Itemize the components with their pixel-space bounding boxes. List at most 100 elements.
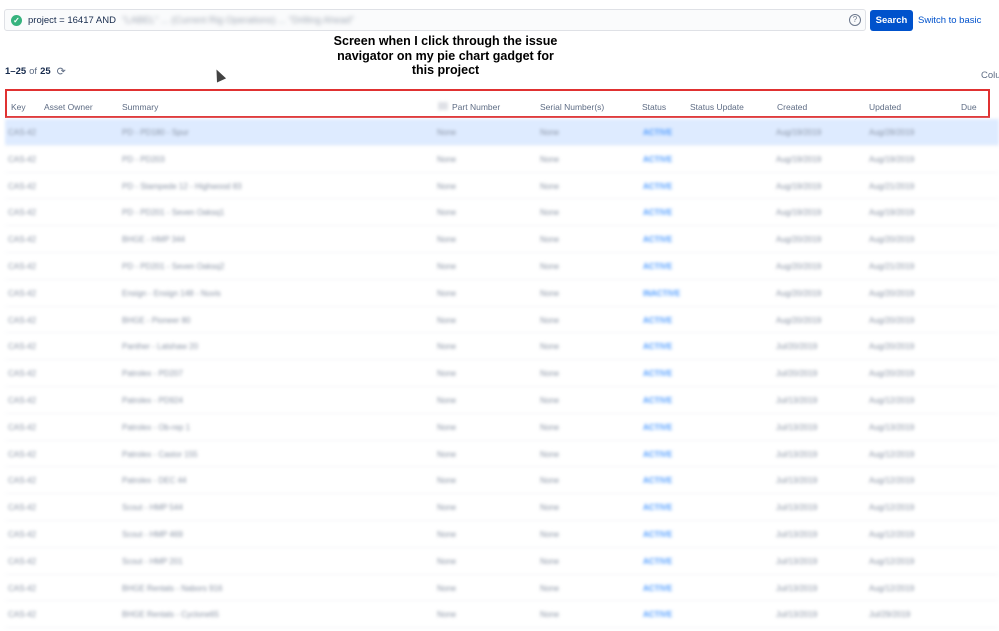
- cell-part: None: [437, 154, 457, 164]
- cell-key[interactable]: CAS-42: [8, 208, 36, 217]
- cell-created: Aug/19/2019: [776, 154, 822, 164]
- cell-updated: Aug/19/2019: [869, 154, 915, 164]
- cell-key[interactable]: CAS-42: [8, 584, 36, 593]
- cell-key[interactable]: CAS-42: [8, 450, 36, 459]
- column-header-updated[interactable]: Updated: [869, 102, 901, 112]
- cell-key[interactable]: CAS-42: [8, 557, 36, 566]
- cell-key[interactable]: CAS-42: [8, 530, 36, 539]
- column-header-serial-numbers[interactable]: Serial Number(s): [540, 102, 604, 112]
- jql-search-input[interactable]: ✓ project = 16417 AND "LABEL" ... (Curre…: [4, 9, 866, 31]
- column-header-part-number[interactable]: Part Number: [452, 102, 500, 112]
- cell-key[interactable]: CAS-42: [8, 396, 36, 405]
- cell-status: ACTIVE: [643, 422, 673, 432]
- cell-key[interactable]: CAS-42: [8, 128, 36, 137]
- table-row[interactable]: CAS-42 PD - PD201 - Seven Oaksq2 None None A…: [5, 253, 999, 280]
- cell-part: None: [437, 422, 457, 432]
- cell-updated: Aug/12/2019: [869, 529, 915, 539]
- cell-serial: None: [540, 395, 560, 405]
- result-of: of: [29, 66, 38, 77]
- cell-created: Aug/20/2019: [776, 288, 822, 298]
- cell-created: Aug/19/2019: [776, 208, 822, 218]
- cell-summary: BHGE - HMP 344: [122, 235, 185, 245]
- table-row[interactable]: CAS-42 Patrolex - DEC 44 None None ACTIVE Jul…: [5, 467, 999, 495]
- cell-key[interactable]: CAS-42: [8, 235, 36, 244]
- cell-key[interactable]: CAS-42: [8, 342, 36, 351]
- cell-key[interactable]: CAS-42: [8, 610, 36, 619]
- table-row[interactable]: CAS-42 Panther - Latshaw 20 None None ACTIVE…: [5, 333, 999, 361]
- cell-summary: PD - Stampede 12 - Highwood 83: [122, 181, 242, 191]
- table-row[interactable]: CAS-42 Patrolex - Ob-rep 1 None None ACTIVE J…: [5, 414, 999, 441]
- cell-created: Aug/20/2019: [776, 261, 822, 271]
- table-row[interactable]: CAS-42 BHGE - Pioneer 80 None None ACTIVE Aug…: [5, 307, 999, 334]
- table-row[interactable]: CAS-42 BHGE - HMP 344 None None ACTIVE Aug/20…: [5, 226, 999, 253]
- column-header-status[interactable]: Status: [642, 102, 666, 112]
- cell-part: None: [437, 503, 457, 513]
- table-row[interactable]: CAS-42 PD - PD201 - Seven Oaksq1 None None A…: [5, 199, 999, 227]
- column-header-created[interactable]: Created: [777, 102, 807, 112]
- cell-created: Jul/13/2019: [776, 583, 818, 593]
- cell-part: None: [437, 208, 457, 218]
- cell-created: Jul/13/2019: [776, 610, 818, 620]
- table-row[interactable]: CAS-42 Patrolex - PD207 None None ACTIVE Jul/…: [5, 360, 999, 387]
- cell-updated: Aug/20/2019: [869, 369, 915, 379]
- table-row[interactable]: CAS-42 Ensign - Ensign 148 - Nuvis None Non…: [5, 280, 999, 307]
- cell-key[interactable]: CAS-42: [8, 423, 36, 432]
- table-row[interactable]: CAS-42 PD - Stampede 12 - Highwood 83 None…: [5, 173, 999, 200]
- table-row[interactable]: CAS-42 Scout - HMP 544 None None ACTIVE Jul/1…: [5, 494, 999, 521]
- cell-updated: Aug/21/2019: [869, 181, 915, 191]
- column-header-key[interactable]: Key: [11, 102, 26, 112]
- cell-serial: None: [540, 503, 560, 513]
- refresh-icon[interactable]: ⟳: [57, 65, 66, 78]
- cell-key[interactable]: CAS-42: [8, 316, 36, 325]
- cell-key[interactable]: CAS-42: [8, 369, 36, 378]
- column-header-summary[interactable]: Summary: [122, 102, 158, 112]
- help-icon[interactable]: ?: [849, 14, 861, 26]
- cell-part: None: [437, 288, 457, 298]
- table-row[interactable]: CAS-42 Scout - HMP 469 None None ACTIVE Jul/1…: [5, 521, 999, 548]
- table-row[interactable]: CAS-42 Scout - HMP 201 None None ACTIVE Jul/1…: [5, 548, 999, 575]
- table-row[interactable]: CAS-42 PD - PD203 None None ACTIVE Aug/19/201…: [5, 146, 999, 173]
- cell-part: None: [437, 529, 457, 539]
- cell-updated: Aug/12/2019: [869, 449, 915, 459]
- column-header-status-update[interactable]: Status Update: [690, 102, 744, 112]
- cell-summary: PD - PD201 - Seven Oaksq1: [122, 208, 225, 218]
- cell-updated: Aug/20/2019: [869, 315, 915, 325]
- search-button[interactable]: Search: [870, 10, 913, 31]
- cell-key[interactable]: CAS-42: [8, 182, 36, 191]
- cell-updated: Aug/19/2019: [869, 208, 915, 218]
- cell-key[interactable]: CAS-42: [8, 476, 36, 485]
- cell-updated: Aug/21/2019: [869, 261, 915, 271]
- cell-status: ACTIVE: [643, 476, 673, 486]
- mouse-cursor-icon: [211, 67, 227, 83]
- cell-serial: None: [540, 154, 560, 164]
- cell-serial: None: [540, 449, 560, 459]
- table-row[interactable]: CAS-42 Patrolex - PD924 None None ACTIVE Jul/…: [5, 387, 999, 414]
- cell-key[interactable]: CAS-42: [8, 155, 36, 164]
- cell-key[interactable]: CAS-42: [8, 262, 36, 271]
- cell-summary: Patrolex - Castor 155: [122, 449, 198, 459]
- cell-created: Jul/13/2019: [776, 529, 818, 539]
- cell-serial: None: [540, 369, 560, 379]
- annotation-text: Screen when I click through the issue na…: [318, 34, 573, 78]
- cell-key[interactable]: CAS-42: [8, 503, 36, 512]
- cell-serial: None: [540, 583, 560, 593]
- cell-key[interactable]: CAS-42: [8, 289, 36, 298]
- cell-created: Jul/13/2019: [776, 422, 818, 432]
- switch-to-basic-link[interactable]: Switch to basic: [918, 15, 981, 26]
- table-row[interactable]: CAS-42 PD - PD180 - Spur None None ACTIVE Aug…: [5, 119, 999, 146]
- cell-updated: Aug/28/2019: [869, 128, 915, 137]
- column-header-due[interactable]: Due: [961, 102, 977, 112]
- table-row[interactable]: CAS-42 Patrolex - Castor 155 None None ACTIV…: [5, 441, 999, 468]
- cell-serial: None: [540, 476, 560, 486]
- columns-button[interactable]: Colu: [981, 70, 999, 81]
- column-header-asset-owner[interactable]: Asset Owner: [44, 102, 93, 112]
- table-row[interactable]: CAS-42 BHGE Rentals - Nabors 916 None None A…: [5, 575, 999, 602]
- cell-status: ACTIVE: [643, 583, 673, 593]
- cell-status: ACTIVE: [643, 342, 673, 352]
- table-row[interactable]: CAS-42 BHGE Rentals - Cyclone65 None None AC…: [5, 601, 999, 629]
- cell-updated: Aug/20/2019: [869, 288, 915, 298]
- cell-status: ACTIVE: [643, 128, 673, 137]
- cell-part: None: [437, 556, 457, 566]
- cell-created: Jul/13/2019: [776, 449, 818, 459]
- cell-summary: Panther - Latshaw 20: [122, 342, 199, 352]
